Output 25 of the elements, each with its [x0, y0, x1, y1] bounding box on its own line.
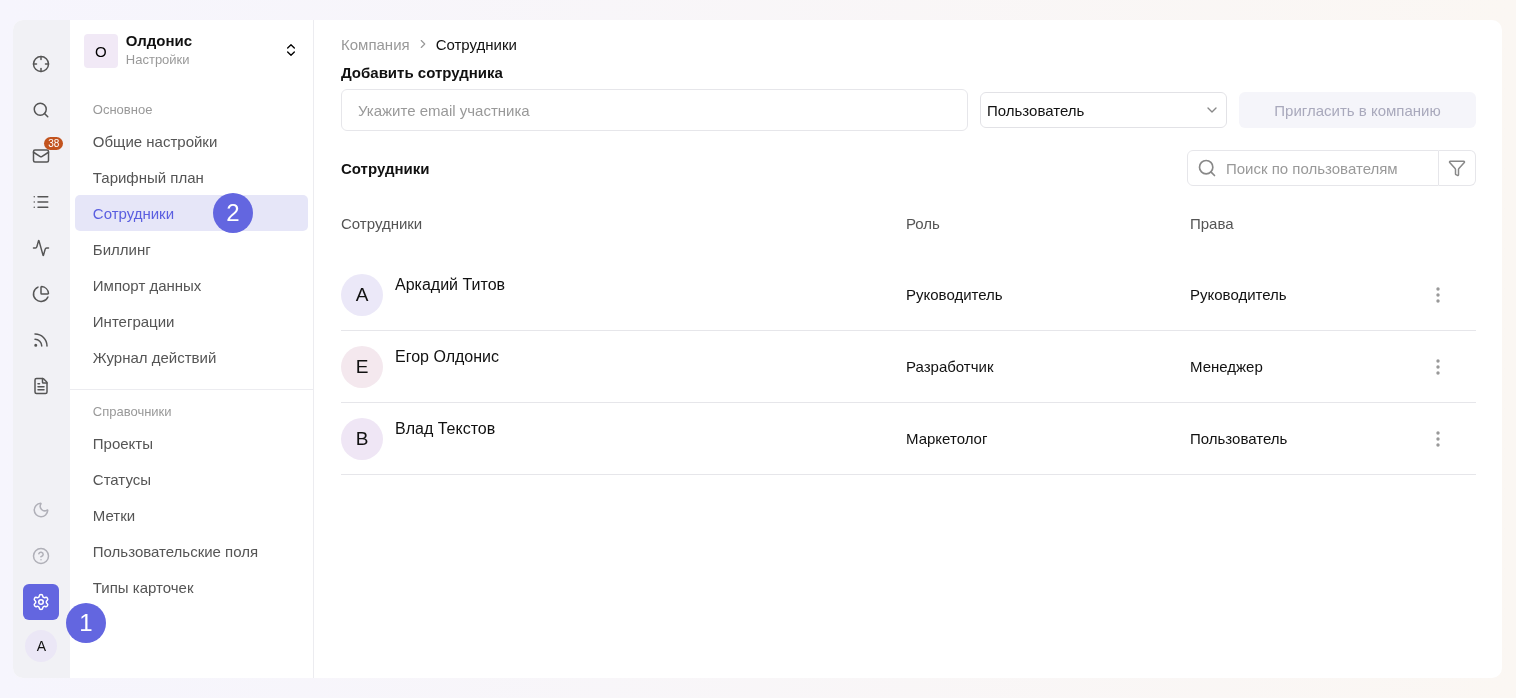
rights-cell-text: Руководитель [1190, 286, 1288, 303]
member-name: Егор Олдонис [395, 347, 499, 366]
rights-cell-text: Менеджер [1190, 358, 1264, 375]
rights-cell-text: Пользователь [1190, 430, 1289, 447]
member-avatar: А [341, 273, 383, 316]
workspace-name: Олдонис [125, 32, 194, 49]
section-title: Сотрудники [341, 159, 430, 177]
section-title: Добавить сотрудника [341, 64, 504, 81]
role-cell-text: Руководитель [906, 286, 1004, 303]
member-name: Аркадий Титов [395, 275, 506, 294]
column-header: Права [1190, 213, 1235, 234]
member-avatar: Е [341, 345, 383, 388]
step-callout-tooltip: 1 [66, 603, 106, 643]
column-header: Сотрудники [341, 213, 424, 234]
group-heading: Основное [91, 102, 154, 117]
role-cell-text: Разработчик [906, 358, 995, 375]
workspace-avatar: О [83, 34, 118, 68]
group-heading: Справочники [91, 404, 173, 419]
column-header: Роль [906, 213, 941, 234]
member-name: Влад Текстов [395, 419, 496, 438]
member-avatar: В [341, 417, 383, 460]
workspace-subtitle: Настройки [125, 52, 191, 67]
breadcrumb-current: Сотрудники [435, 35, 517, 53]
role-cell-text: Маркетолог [906, 430, 989, 447]
count-badge: 38 [44, 137, 64, 150]
